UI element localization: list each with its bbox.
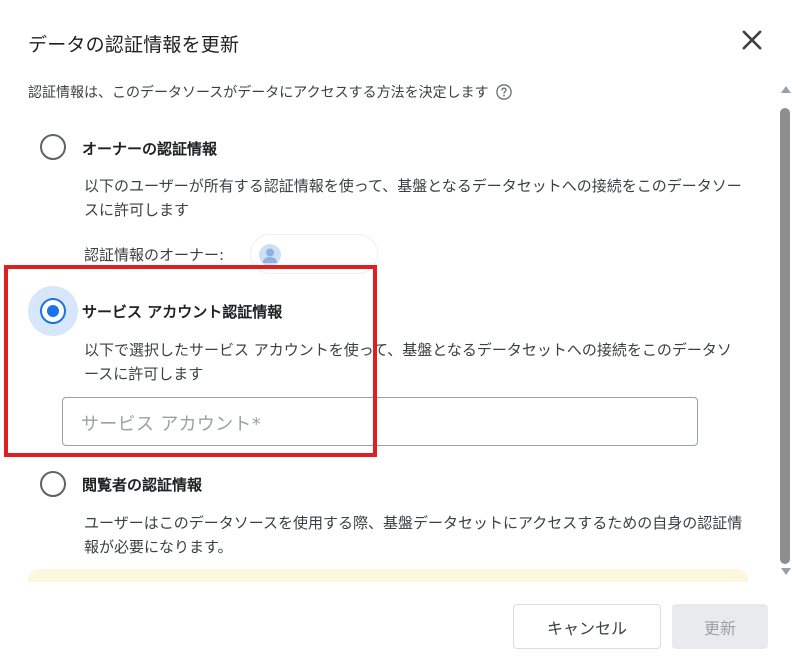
update-credentials-dialog: データの認証情報を更新 認証情報は、このデータソースがデータにアクセスする方法を… xyxy=(0,0,792,658)
owner-chip[interactable] xyxy=(250,234,378,274)
scroll-up-arrow-icon[interactable] xyxy=(781,86,791,93)
option-description: 以下で選択したサービス アカウントを使って、基盤となるデータセットへの接続をこの… xyxy=(84,341,732,383)
option-label: 閲覧者の認証情報 xyxy=(82,476,203,494)
radio-service-account[interactable] xyxy=(28,286,78,336)
scroll-thumb[interactable] xyxy=(780,108,790,564)
owner-label: 認証情報のオーナー: xyxy=(84,246,225,264)
description-text: 認証情報は、このデータソースがデータにアクセスする方法を決定します xyxy=(28,85,489,101)
radio-dot xyxy=(47,305,59,317)
radio-owner-credentials[interactable] xyxy=(28,122,78,172)
user-avatar-icon xyxy=(259,244,281,266)
option-description: 以下のユーザーが所有する認証情報を使って、基盤となるデータセットへの接続をこのデ… xyxy=(84,177,742,219)
option-description: ユーザーはこのデータソースを使用する際、基盤データセットにアクセスするための自身… xyxy=(84,514,743,556)
service-account-input[interactable]: サービス アカウント* xyxy=(62,397,698,446)
dialog-description: 認証情報は、このデータソースがデータにアクセスする方法を決定します xyxy=(28,82,513,102)
radio-circle xyxy=(40,134,66,160)
cancel-button[interactable]: キャンセル xyxy=(513,604,661,649)
radio-viewer-credentials[interactable] xyxy=(28,459,78,509)
dialog-title: データの認証情報を更新 xyxy=(28,34,240,56)
radio-circle-checked xyxy=(40,298,66,324)
radio-circle xyxy=(40,471,66,497)
close-icon[interactable] xyxy=(738,26,766,54)
dialog-footer: キャンセル 更新 xyxy=(0,582,792,658)
scrollbar[interactable] xyxy=(778,86,792,580)
update-button[interactable]: 更新 xyxy=(672,604,768,649)
option-label: オーナーの認証情報 xyxy=(82,140,218,158)
help-circle-icon[interactable] xyxy=(495,83,513,101)
scroll-down-arrow-icon[interactable] xyxy=(781,568,791,575)
option-label: サービス アカウント認証情報 xyxy=(82,303,283,321)
